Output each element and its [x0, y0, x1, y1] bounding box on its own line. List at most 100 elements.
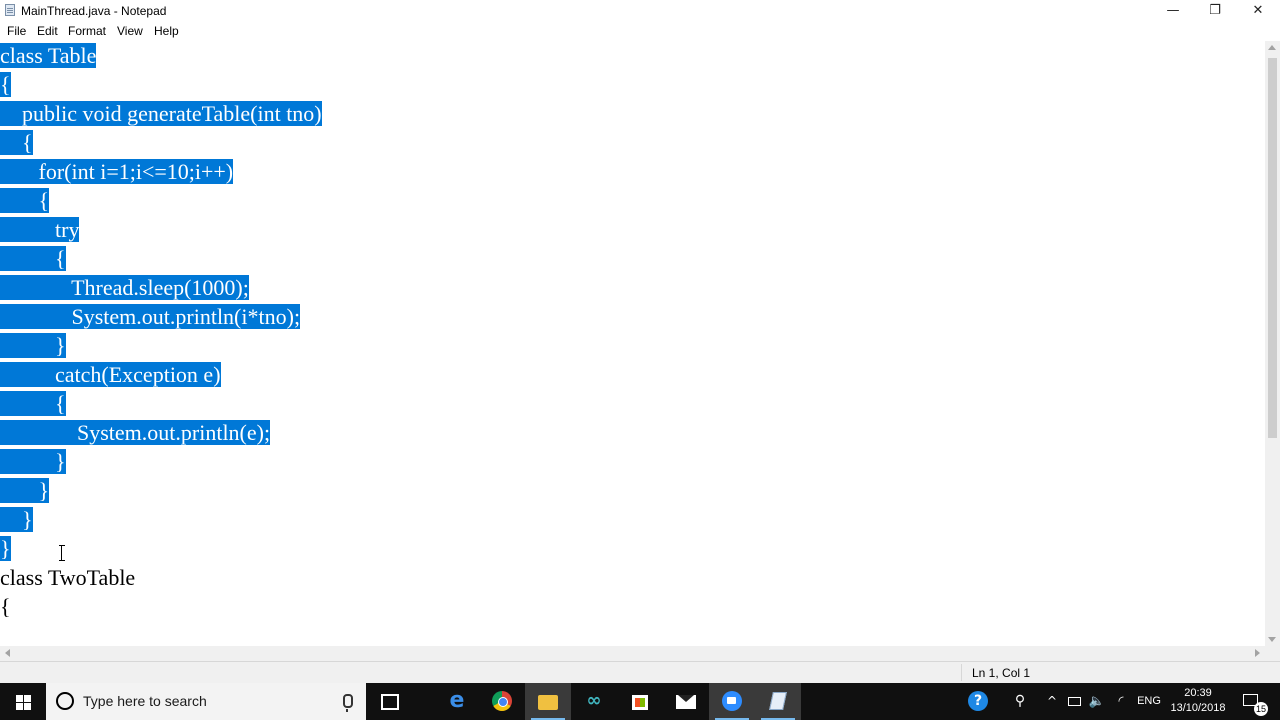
chrome-taskbar-button[interactable]	[479, 683, 525, 720]
clock-time: 20:39	[1184, 687, 1212, 699]
restore-button[interactable]: ❐	[1192, 0, 1238, 21]
windows-logo-icon	[16, 695, 23, 702]
code-line-8: {	[0, 244, 66, 273]
code-text: public void generateTable(int tno)	[0, 101, 322, 126]
store-taskbar-button[interactable]	[617, 683, 663, 720]
code-line-19: class TwoTable	[0, 563, 135, 592]
edge-taskbar-button[interactable]: e	[434, 683, 480, 720]
code-line-12: catch(Exception e)	[0, 360, 221, 389]
task-view-icon	[381, 694, 399, 710]
code-line-5: for(int i=1;i<=10;i++)	[0, 157, 234, 186]
code-text: {	[0, 246, 66, 271]
chevron-up-icon[interactable]: ^	[1044, 683, 1060, 720]
title-bar: MainThread.java - Notepad — ❐ ✕	[0, 0, 1280, 21]
code-line-18: }	[0, 534, 11, 563]
store-icon	[632, 695, 648, 710]
help-icon: ?	[968, 691, 988, 711]
minimize-button[interactable]: —	[1150, 0, 1196, 21]
code-text: try	[0, 217, 80, 242]
code-line-10: System.out.println(i*tno);	[0, 302, 301, 331]
vertical-scroll-thumb[interactable]	[1268, 58, 1277, 438]
arduino-taskbar-button[interactable]: ∞	[571, 683, 617, 720]
code-text: {	[0, 391, 66, 416]
cortana-icon	[56, 692, 74, 710]
vertical-scrollbar[interactable]	[1265, 41, 1280, 646]
mail-taskbar-button[interactable]	[663, 683, 709, 720]
microphone-icon[interactable]	[343, 694, 353, 712]
task-view-button[interactable]	[367, 683, 413, 720]
code-line-2: {	[0, 70, 11, 99]
zoom-taskbar-button[interactable]	[709, 683, 755, 720]
scroll-up-arrow-icon[interactable]	[1268, 45, 1276, 50]
chrome-icon	[492, 691, 512, 711]
help-tray-button[interactable]: ?	[968, 683, 990, 720]
folder-icon	[538, 695, 558, 710]
zoom-icon	[722, 691, 742, 711]
code-text: }	[0, 449, 66, 474]
code-text: class TwoTable	[0, 565, 136, 590]
code-line-1: class Table	[0, 41, 97, 70]
taskbar: Type here to search e ∞ ? ⚲ ^ 🔈 ◜ ENG 20…	[0, 683, 1280, 720]
wifi-icon[interactable]: ◜	[1112, 683, 1130, 720]
code-text: for(int i=1;i<=10;i++)	[0, 159, 234, 184]
code-text: {	[0, 72, 11, 97]
action-center-button[interactable]: 15	[1236, 683, 1268, 720]
code-line-16: }	[0, 476, 50, 505]
text-cursor-icon	[59, 545, 65, 561]
status-divider	[961, 664, 962, 681]
code-line-15: }	[0, 447, 66, 476]
code-line-7: try	[0, 215, 80, 244]
taskbar-search-box[interactable]: Type here to search	[46, 683, 366, 720]
code-text: System.out.println(i*tno);	[0, 304, 301, 329]
menu-file[interactable]: File	[7, 24, 26, 38]
code-line-11: }	[0, 331, 66, 360]
menu-view[interactable]: View	[117, 24, 143, 38]
code-line-9: Thread.sleep(1000);	[0, 273, 249, 302]
cursor-position: Ln 1, Col 1	[972, 666, 1031, 680]
code-text: System.out.println(e);	[0, 420, 271, 445]
edge-icon: e	[449, 688, 465, 713]
people-icon[interactable]: ⚲	[1010, 683, 1030, 720]
scroll-down-arrow-icon[interactable]	[1268, 637, 1276, 642]
code-text: {	[0, 130, 33, 155]
close-button[interactable]: ✕	[1235, 0, 1280, 21]
language-indicator[interactable]: ENG	[1136, 683, 1162, 720]
battery-tray-button[interactable]	[1066, 683, 1084, 720]
clock-date: 13/10/2018	[1170, 702, 1226, 714]
code-text: }	[0, 478, 50, 503]
code-line-20: {	[0, 592, 11, 621]
code-line-13: {	[0, 389, 66, 418]
code-text: }	[0, 333, 66, 358]
code-text: }	[0, 536, 11, 561]
code-text: class Table	[0, 43, 97, 68]
battery-icon	[1068, 697, 1081, 706]
code-line-14: System.out.println(e);	[0, 418, 271, 447]
notepad-icon	[769, 692, 787, 710]
notepad-app-icon	[5, 4, 15, 16]
window-title: MainThread.java - Notepad	[21, 4, 167, 18]
start-button[interactable]	[0, 683, 46, 720]
code-text: Thread.sleep(1000);	[0, 275, 249, 300]
menu-edit[interactable]: Edit	[37, 24, 58, 38]
clock[interactable]: 20:39 13/10/2018	[1168, 686, 1228, 716]
scroll-right-arrow-icon[interactable]	[1255, 649, 1260, 657]
text-editor[interactable]: class Table { public void generateTable(…	[0, 41, 1265, 646]
mail-icon	[676, 695, 696, 709]
volume-icon[interactable]: 🔈	[1088, 683, 1106, 720]
code-text: catch(Exception e)	[0, 362, 221, 387]
scroll-left-arrow-icon[interactable]	[5, 649, 10, 657]
arduino-icon: ∞	[586, 690, 602, 711]
horizontal-scrollbar[interactable]	[0, 646, 1265, 661]
notification-badge: 15	[1254, 702, 1268, 716]
code-line-6: {	[0, 186, 50, 215]
code-text: {	[0, 188, 50, 213]
menu-format[interactable]: Format	[68, 24, 106, 38]
code-line-4: {	[0, 128, 33, 157]
file-explorer-taskbar-button[interactable]	[525, 683, 571, 720]
menu-bar: File Edit Format View Help	[0, 21, 1280, 41]
code-line-17: }	[0, 505, 33, 534]
code-line-3: public void generateTable(int tno)	[0, 99, 322, 128]
notepad-taskbar-button[interactable]	[755, 683, 801, 720]
menu-help[interactable]: Help	[154, 24, 179, 38]
scrollbar-corner	[1265, 646, 1280, 661]
